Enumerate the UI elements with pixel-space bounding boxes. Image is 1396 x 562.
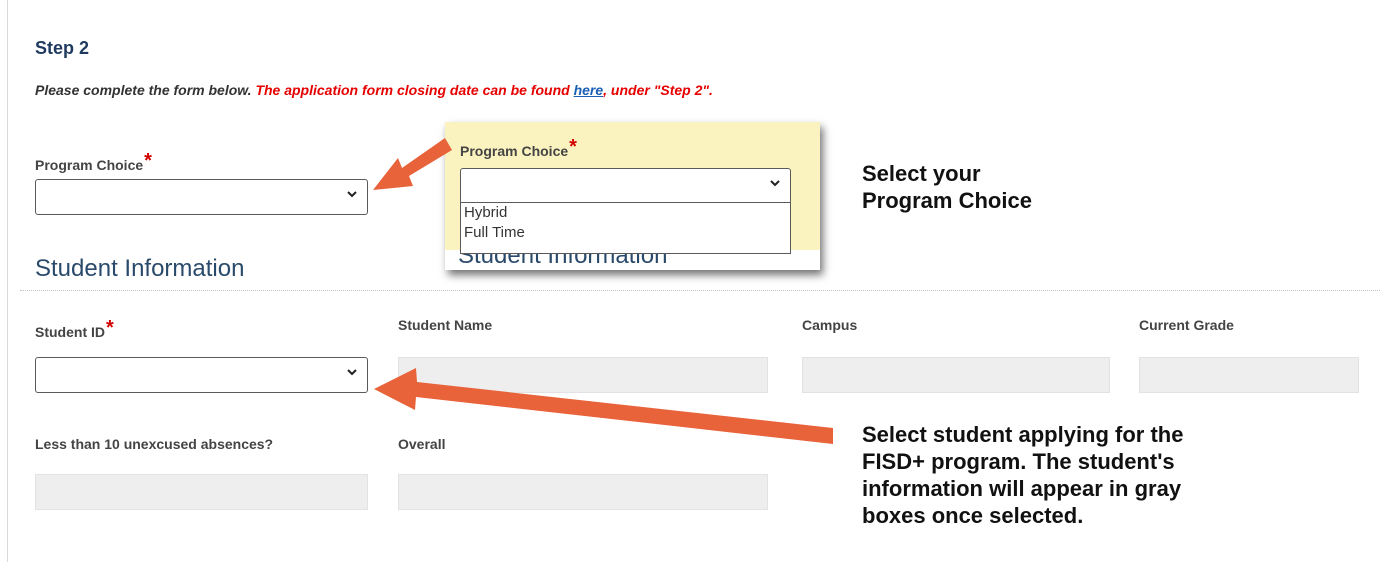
arrow-icon bbox=[373, 138, 452, 190]
arrow-icon bbox=[374, 368, 833, 444]
annotation-arrows bbox=[373, 138, 833, 444]
